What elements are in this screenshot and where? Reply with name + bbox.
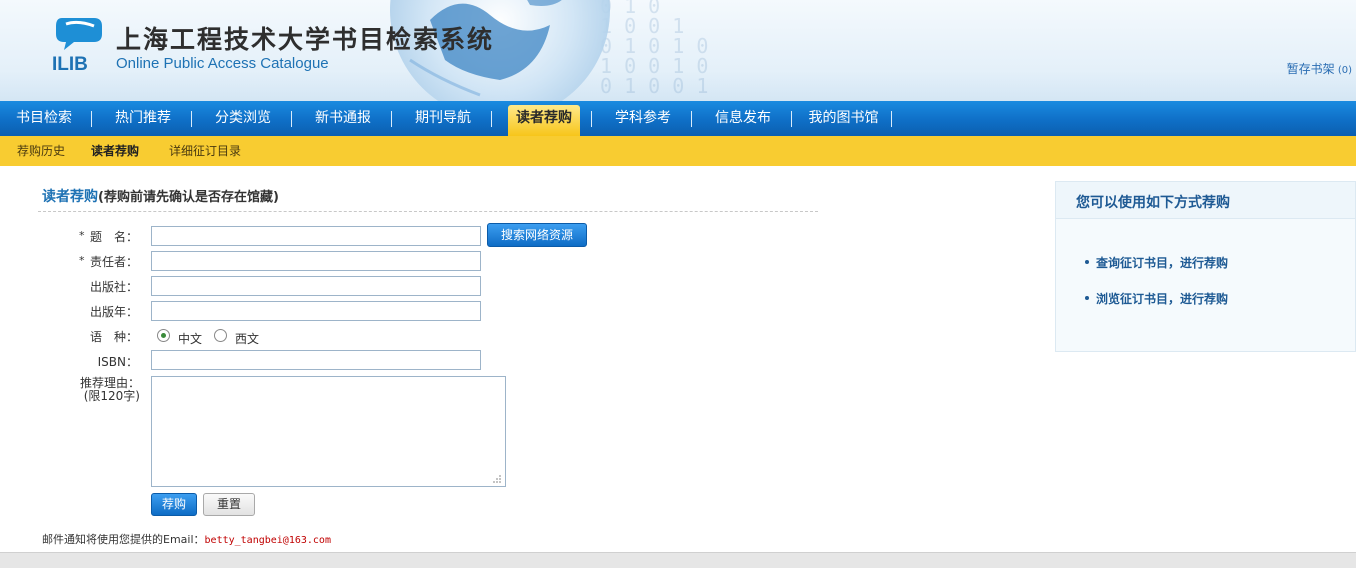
email-notice: 邮件通知将使用您提供的Email：betty_tangbei@163.com [42,533,331,546]
main-nav: 书目检索 热门推荐 分类浏览 新书通报 期刊导航 读者荐购 学科参考 信息发布 … [0,101,1356,136]
nav-item-subject-reference[interactable]: 学科参考 [613,101,673,136]
nav-separator [491,111,492,127]
site-header: 0 1 0 1 0 0 1 0 1 0 1 0 1 0 0 1 0 0 1 0 … [0,0,1356,101]
nav-item-category-browse[interactable]: 分类浏览 [213,101,273,136]
form-note: (荐购前请先确认是否存在馆藏) [98,190,279,205]
bullet-icon [1085,296,1089,300]
recommend-submit-button[interactable]: 荐购 [151,493,197,516]
nav-item-info-release[interactable]: 信息发布 [713,101,773,136]
nav-separator [91,111,92,127]
recommend-methods-panel: 您可以使用如下方式荐购 查询征订书目，进行荐购 浏览征订书目，进行荐购 [1055,181,1356,352]
publisher-label: 出版社： [89,280,138,294]
subnav-recommend-history[interactable]: 荐购历史 [17,136,65,166]
reset-button[interactable]: 重置 [203,493,255,516]
nav-item-reader-recommend[interactable]: 读者荐购 [508,101,580,136]
year-label: 出版年： [89,305,138,319]
temp-bookshelf-link[interactable]: 暂存书架 (0) [1287,60,1352,77]
language-western-radio[interactable] [214,329,227,342]
language-label: 语 种： [89,330,138,344]
nav-item-hot-recommend[interactable]: 热门推荐 [113,101,173,136]
form-title: 读者荐购(荐购前请先确认是否存在馆藏) [42,189,279,205]
subnav-order-catalog[interactable]: 详细征订目录 [169,136,241,166]
site-subtitle: Online Public Access Catalogue [116,55,329,72]
email-value: betty_tangbei@163.com [204,535,331,546]
nav-separator [291,111,292,127]
nav-separator [791,111,792,127]
year-input[interactable] [151,301,481,321]
nav-separator [391,111,392,127]
nav-item-catalog-search[interactable]: 书目检索 [14,101,74,136]
bullet-icon [1085,260,1089,264]
nav-item-my-library[interactable]: 我的图书馆 [806,101,881,136]
query-order-catalog-link[interactable]: 查询征订书目，进行荐购 [1096,254,1228,271]
publisher-input[interactable] [151,276,481,296]
language-western-label: 西文 [235,332,260,346]
subnav-reader-recommend[interactable]: 读者荐购 [91,136,139,166]
site-title: 上海工程技术大学书目检索系统 [116,25,495,54]
language-chinese-label: 中文 [178,332,203,346]
author-input[interactable] [151,251,481,271]
resize-grip-icon[interactable] [492,474,502,484]
nav-item-journal-nav[interactable]: 期刊导航 [413,101,473,136]
sub-nav: 荐购历史 读者荐购 详细征订目录 [0,136,1356,166]
reason-limit-label: (限120字) [83,389,140,403]
nav-separator [191,111,192,127]
reason-textarea[interactable] [151,376,506,487]
title-divider [38,211,818,212]
panel-title: 您可以使用如下方式荐购 [1076,195,1230,211]
nav-separator [691,111,692,127]
nav-separator [591,111,592,127]
search-web-resources-button[interactable]: 搜索网络资源 [487,223,587,247]
binary-decoration: 0 1 0 1 0 0 1 0 1 0 1 0 1 0 0 1 0 0 1 0 … [600,0,709,98]
ilib-logo: ILIB [52,18,102,72]
panel-header: 您可以使用如下方式荐购 [1056,182,1355,219]
title-label: 题 名： [89,230,138,244]
svg-text:ILIB: ILIB [52,54,88,72]
footer-bar [0,552,1356,568]
title-input[interactable] [151,226,481,246]
isbn-input[interactable] [151,350,481,370]
nav-item-new-books[interactable]: 新书通报 [313,101,373,136]
author-label: 责任者： [89,255,138,269]
language-chinese-radio[interactable] [157,329,170,342]
isbn-label: ISBN： [97,355,138,369]
browse-order-catalog-link[interactable]: 浏览征订书目，进行荐购 [1096,290,1228,307]
nav-separator [891,111,892,127]
